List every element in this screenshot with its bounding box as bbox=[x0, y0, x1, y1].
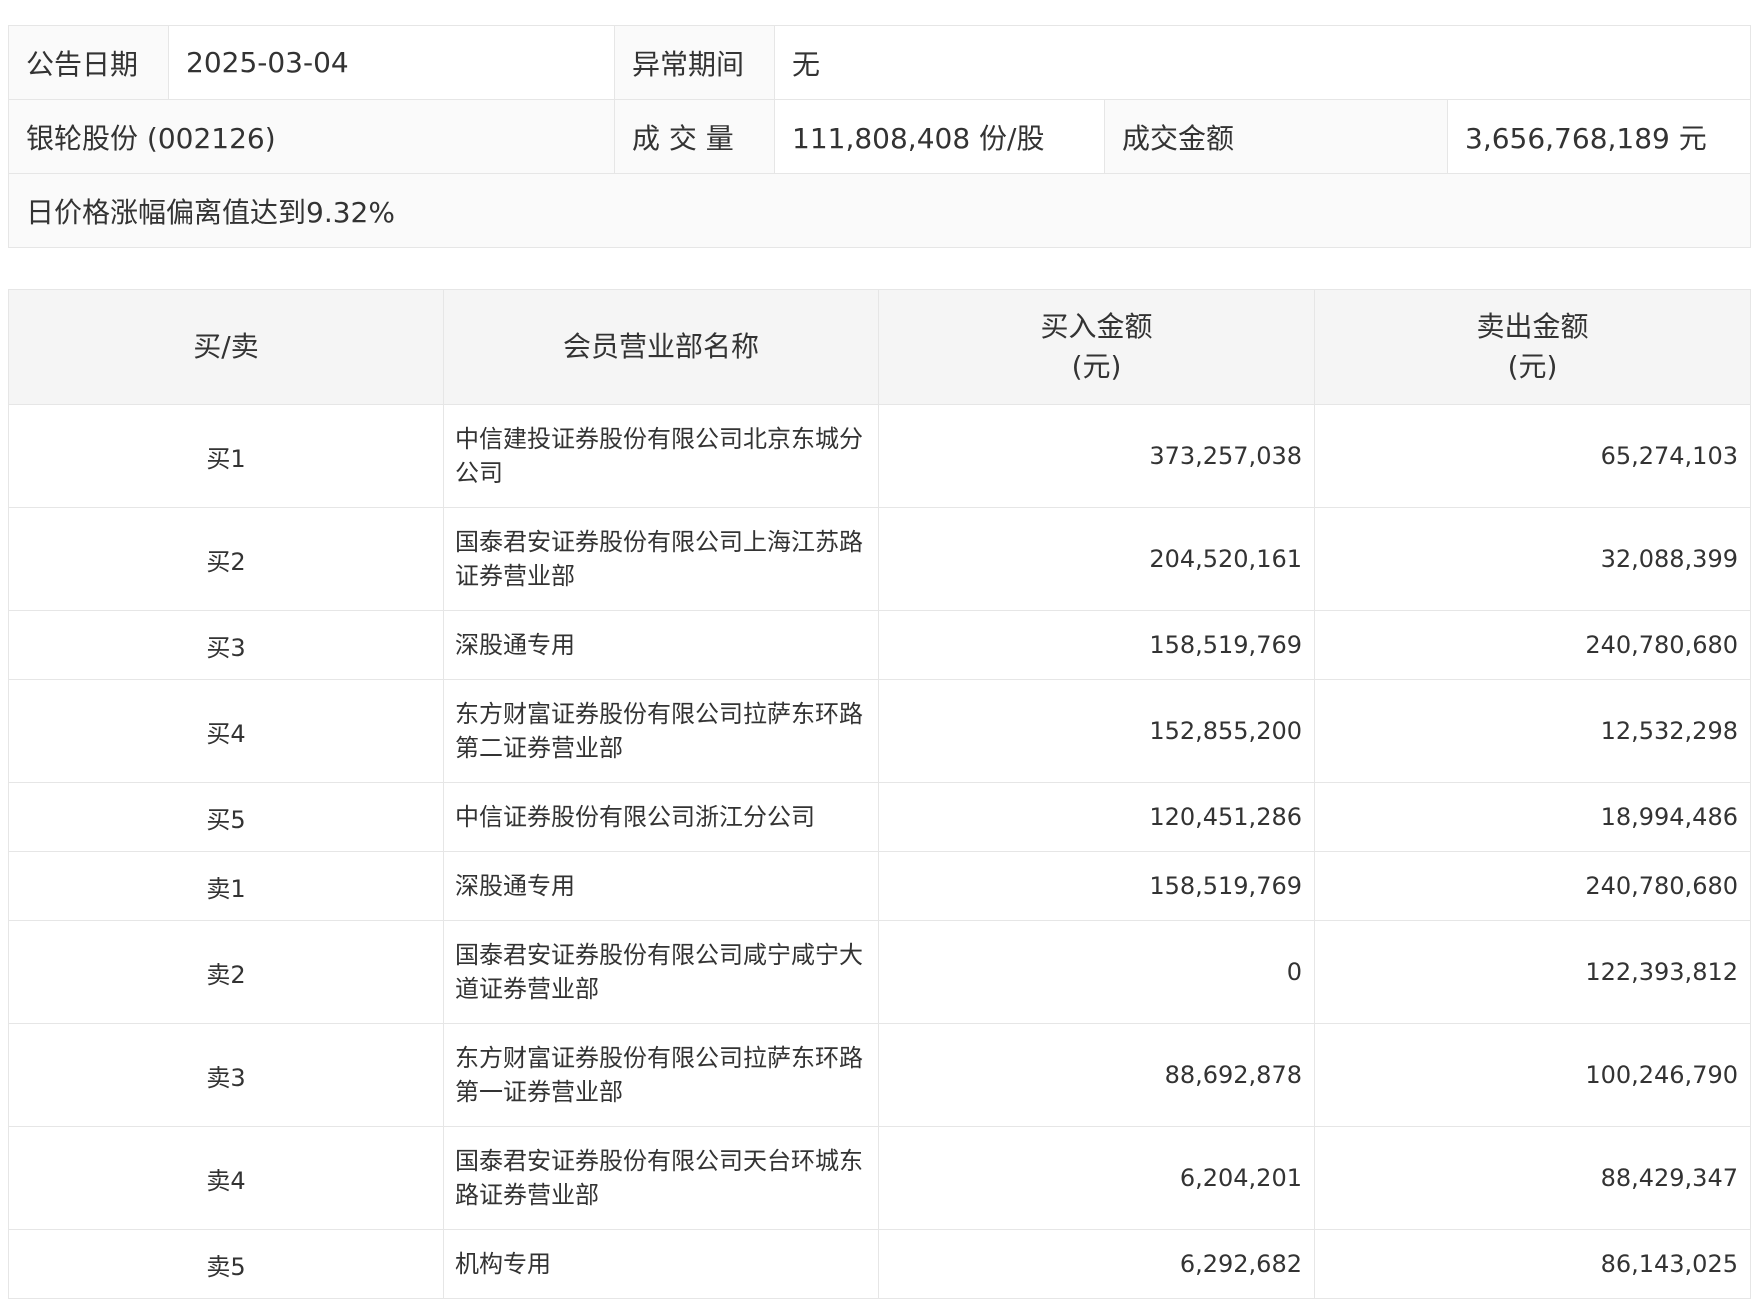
header-sell: 卖出金额 (元) bbox=[1314, 289, 1751, 405]
table-row: 卖1 深股通专用 158,519,769 240,780,680 bbox=[8, 851, 1751, 921]
date-label: 公告日期 bbox=[8, 25, 169, 100]
row-broker-name: 国泰君安证券股份有限公司咸宁咸宁大道证券营业部 bbox=[443, 920, 879, 1024]
header-side-label: 买/卖 bbox=[193, 330, 259, 363]
row-buy-amount: 6,204,201 bbox=[878, 1126, 1315, 1230]
row-broker-name: 东方财富证券股份有限公司拉萨东环路第二证券营业部 bbox=[443, 679, 879, 783]
row-sell-amount: 240,780,680 bbox=[1314, 851, 1751, 921]
row-broker-name: 国泰君安证券股份有限公司天台环城东路证券营业部 bbox=[443, 1126, 879, 1230]
table-row: 卖2 国泰君安证券股份有限公司咸宁咸宁大道证券营业部 0 122,393,812 bbox=[8, 920, 1751, 1024]
header-buy: 买入金额 (元) bbox=[878, 289, 1315, 405]
row-side: 买1 bbox=[8, 404, 444, 508]
table-row: 买4 东方财富证券股份有限公司拉萨东环路第二证券营业部 152,855,200 … bbox=[8, 679, 1751, 783]
row-buy-amount: 88,692,878 bbox=[878, 1023, 1315, 1127]
table-row: 买3 深股通专用 158,519,769 240,780,680 bbox=[8, 610, 1751, 680]
date-value: 2025-03-04 bbox=[168, 25, 615, 100]
remark-text: 日价格涨幅偏离值达到9.32% bbox=[7, 173, 1752, 248]
announcement-info: 公告日期 2025-03-04 异常期间 无 银轮股份 (002126) 成 交… bbox=[7, 25, 1752, 248]
row-sell-amount: 240,780,680 bbox=[1314, 610, 1751, 680]
row-side: 买5 bbox=[8, 782, 444, 852]
row-side: 买4 bbox=[8, 679, 444, 783]
row-broker-name: 中信证券股份有限公司浙江分公司 bbox=[443, 782, 879, 852]
table-row: 卖4 国泰君安证券股份有限公司天台环城东路证券营业部 6,204,201 88,… bbox=[8, 1126, 1751, 1230]
volume-label: 成 交 量 bbox=[614, 99, 775, 174]
row-broker-name: 深股通专用 bbox=[443, 610, 879, 680]
row-side: 卖5 bbox=[8, 1229, 444, 1299]
row-sell-amount: 32,088,399 bbox=[1314, 507, 1751, 611]
header-buy-label: 买入金额 bbox=[1040, 310, 1153, 343]
info-table: 公告日期 2025-03-04 异常期间 无 银轮股份 (002126) 成 交… bbox=[7, 25, 1752, 248]
table-row: 买5 中信证券股份有限公司浙江分公司 120,451,286 18,994,48… bbox=[8, 782, 1751, 852]
row-sell-amount: 86,143,025 bbox=[1314, 1229, 1751, 1299]
row-side: 买3 bbox=[8, 610, 444, 680]
row-broker-name: 中信建投证券股份有限公司北京东城分公司 bbox=[443, 404, 879, 508]
row-buy-amount: 152,855,200 bbox=[878, 679, 1315, 783]
stock-name: 银轮股份 (002126) bbox=[8, 99, 615, 174]
row-side: 卖1 bbox=[8, 851, 444, 921]
table-row: 卖5 机构专用 6,292,682 86,143,025 bbox=[8, 1229, 1751, 1299]
row-sell-amount: 100,246,790 bbox=[1314, 1023, 1751, 1127]
info-row-date: 公告日期 2025-03-04 异常期间 无 bbox=[8, 25, 1752, 100]
row-buy-amount: 204,520,161 bbox=[878, 507, 1315, 611]
table-row: 买1 中信建投证券股份有限公司北京东城分公司 373,257,038 65,27… bbox=[8, 404, 1751, 508]
row-broker-name: 机构专用 bbox=[443, 1229, 879, 1299]
period-label: 异常期间 bbox=[614, 25, 775, 100]
row-side: 卖4 bbox=[8, 1126, 444, 1230]
trading-seats-table: 买/卖 会员营业部名称 买入金额 (元) 卖出金额 (元) 买1 中信建投证券股… bbox=[8, 289, 1751, 1299]
table-row: 卖3 东方财富证券股份有限公司拉萨东环路第一证券营业部 88,692,878 1… bbox=[8, 1023, 1751, 1127]
row-sell-amount: 65,274,103 bbox=[1314, 404, 1751, 508]
info-row-remark: 日价格涨幅偏离值达到9.32% bbox=[7, 173, 1752, 248]
row-buy-amount: 373,257,038 bbox=[878, 404, 1315, 508]
period-value: 无 bbox=[773, 25, 1752, 100]
row-buy-amount: 120,451,286 bbox=[878, 782, 1315, 852]
row-side: 买2 bbox=[8, 507, 444, 611]
row-sell-amount: 12,532,298 bbox=[1314, 679, 1751, 783]
row-buy-amount: 6,292,682 bbox=[878, 1229, 1315, 1299]
row-side: 卖2 bbox=[8, 920, 444, 1024]
row-buy-amount: 158,519,769 bbox=[878, 851, 1315, 921]
row-buy-amount: 158,519,769 bbox=[878, 610, 1315, 680]
row-sell-amount: 88,429,347 bbox=[1314, 1126, 1751, 1230]
volume-value: 111,808,408 份/股 bbox=[774, 99, 1105, 174]
header-side: 买/卖 bbox=[8, 289, 444, 405]
row-buy-amount: 0 bbox=[878, 920, 1315, 1024]
row-sell-amount: 18,994,486 bbox=[1314, 782, 1751, 852]
header-buy-unit: (元) bbox=[1071, 350, 1122, 383]
header-sell-label: 卖出金额 bbox=[1476, 310, 1589, 343]
header-name-label: 会员营业部名称 bbox=[562, 330, 759, 363]
amount-label: 成交金额 bbox=[1104, 99, 1448, 174]
row-sell-amount: 122,393,812 bbox=[1314, 920, 1751, 1024]
row-broker-name: 国泰君安证券股份有限公司上海江苏路证券营业部 bbox=[443, 507, 879, 611]
header-name: 会员营业部名称 bbox=[443, 289, 879, 405]
amount-value: 3,656,768,189 元 bbox=[1446, 99, 1752, 174]
table-header: 买/卖 会员营业部名称 买入金额 (元) 卖出金额 (元) bbox=[8, 289, 1751, 405]
info-row-trade: 银轮股份 (002126) 成 交 量 111,808,408 份/股 成交金额… bbox=[8, 99, 1752, 174]
row-broker-name: 深股通专用 bbox=[443, 851, 879, 921]
header-sell-unit: (元) bbox=[1507, 350, 1558, 383]
row-broker-name: 东方财富证券股份有限公司拉萨东环路第一证券营业部 bbox=[443, 1023, 879, 1127]
row-side: 卖3 bbox=[8, 1023, 444, 1127]
table-row: 买2 国泰君安证券股份有限公司上海江苏路证券营业部 204,520,161 32… bbox=[8, 507, 1751, 611]
trading-seats: 买/卖 会员营业部名称 买入金额 (元) 卖出金额 (元) 买1 中信建投证券股… bbox=[8, 289, 1751, 1299]
